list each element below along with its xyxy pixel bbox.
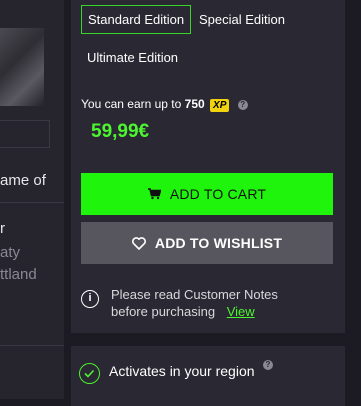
xp-earn-amount: 750: [184, 97, 205, 111]
customer-notes-line-1: Please read Customer Notes: [111, 287, 278, 302]
product-thumbnail[interactable]: [0, 28, 44, 106]
edition-standard[interactable]: Standard Edition: [81, 5, 192, 34]
customer-notes-line-2: before purchasing: [111, 304, 216, 319]
cart-icon: [147, 188, 161, 200]
region-help-icon[interactable]: ?: [263, 360, 273, 370]
customer-notes: Please read Customer Notes before purcha…: [111, 286, 278, 320]
left-text-line-2: r: [0, 220, 5, 237]
add-to-cart-button[interactable]: ADD TO CART: [81, 173, 333, 215]
add-to-cart-label: ADD TO CART: [169, 186, 267, 202]
xp-help-icon[interactable]: ?: [237, 100, 248, 110]
add-to-wishlist-button[interactable]: ADD TO WISHLIST: [81, 222, 333, 264]
add-to-wishlist-label: ADD TO WISHLIST: [154, 235, 283, 251]
left-divider: [0, 202, 64, 203]
region-activation-label: Activates in your region: [109, 363, 255, 379]
left-text-line-1: ame of: [0, 172, 46, 189]
view-notes-link[interactable]: View: [227, 304, 255, 319]
xp-earn-prefix: You can earn up to: [81, 97, 182, 111]
info-icon: i: [81, 290, 99, 308]
left-text-line-4: ttland: [0, 266, 37, 283]
edition-ultimate[interactable]: Ultimate Edition: [87, 50, 178, 65]
left-text-line-3: aty: [0, 244, 21, 261]
heart-icon: [131, 236, 146, 250]
xp-earn-info: You can earn up to 750 XP ?: [81, 97, 248, 112]
edition-special[interactable]: Special Edition: [199, 12, 285, 27]
price: 59,99€: [91, 121, 150, 142]
check-circle-icon: [79, 363, 100, 384]
left-input-box[interactable]: [0, 120, 50, 148]
left-divider-2: [0, 345, 64, 346]
xp-badge: XP: [210, 99, 230, 112]
left-column: ame of r aty ttland: [0, 0, 64, 399]
